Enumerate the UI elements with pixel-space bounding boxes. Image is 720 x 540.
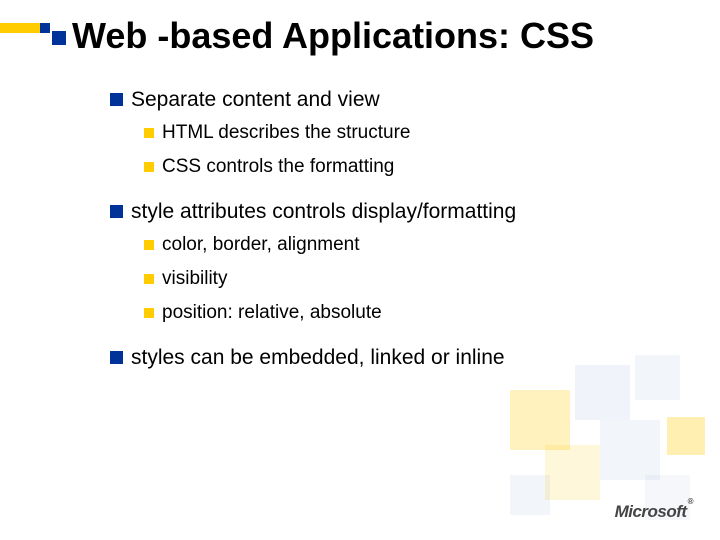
bullet-text: CSS controls the formatting bbox=[162, 152, 394, 182]
slide-body: Separate content and view HTML describes… bbox=[110, 86, 670, 388]
square-bullet-icon bbox=[144, 128, 154, 138]
bullet-group-3: styles can be embedded, linked or inline bbox=[110, 344, 670, 372]
list-item: visibility bbox=[144, 264, 670, 294]
slide: Web -based Applications: CSS Separate co… bbox=[0, 0, 720, 540]
square-bullet-icon bbox=[110, 93, 123, 106]
list-item: HTML describes the structure bbox=[144, 118, 670, 148]
deco-square-icon bbox=[510, 475, 550, 515]
bullet-text: visibility bbox=[162, 264, 227, 294]
list-item: position: relative, absolute bbox=[144, 298, 670, 328]
list-item: styles can be embedded, linked or inline bbox=[110, 344, 670, 372]
square-bullet-icon bbox=[144, 274, 154, 284]
square-bullet-icon bbox=[110, 351, 123, 364]
square-bullet-icon bbox=[144, 308, 154, 318]
bullet-text: color, border, alignment bbox=[162, 230, 360, 260]
deco-square-icon bbox=[545, 445, 600, 500]
bullet-text: HTML describes the structure bbox=[162, 118, 411, 148]
list-item: CSS controls the formatting bbox=[144, 152, 670, 182]
bullet-text: styles can be embedded, linked or inline bbox=[131, 344, 505, 372]
title-bullet-icon bbox=[52, 31, 66, 45]
logo-text: Microsoft bbox=[615, 502, 687, 521]
list-item: color, border, alignment bbox=[144, 230, 670, 260]
square-bullet-icon bbox=[110, 205, 123, 218]
microsoft-logo: Microsoft® bbox=[615, 502, 692, 522]
title-accent-yellow bbox=[0, 23, 40, 33]
title-accent-blue bbox=[40, 23, 50, 33]
list-item: Separate content and view bbox=[110, 86, 670, 114]
slide-title: Web -based Applications: CSS bbox=[72, 15, 594, 57]
deco-square-icon bbox=[510, 390, 570, 450]
bullet-group-1: Separate content and view HTML describes… bbox=[110, 86, 670, 182]
deco-square-icon bbox=[600, 420, 660, 480]
list-item: style attributes controls display/format… bbox=[110, 198, 670, 226]
registered-icon: ® bbox=[688, 497, 693, 506]
bullet-text: position: relative, absolute bbox=[162, 298, 382, 328]
square-bullet-icon bbox=[144, 240, 154, 250]
bullet-text: Separate content and view bbox=[131, 86, 380, 114]
bullet-group-2: style attributes controls display/format… bbox=[110, 198, 670, 328]
square-bullet-icon bbox=[144, 162, 154, 172]
deco-square-icon bbox=[667, 417, 705, 455]
bullet-text: style attributes controls display/format… bbox=[131, 198, 516, 226]
